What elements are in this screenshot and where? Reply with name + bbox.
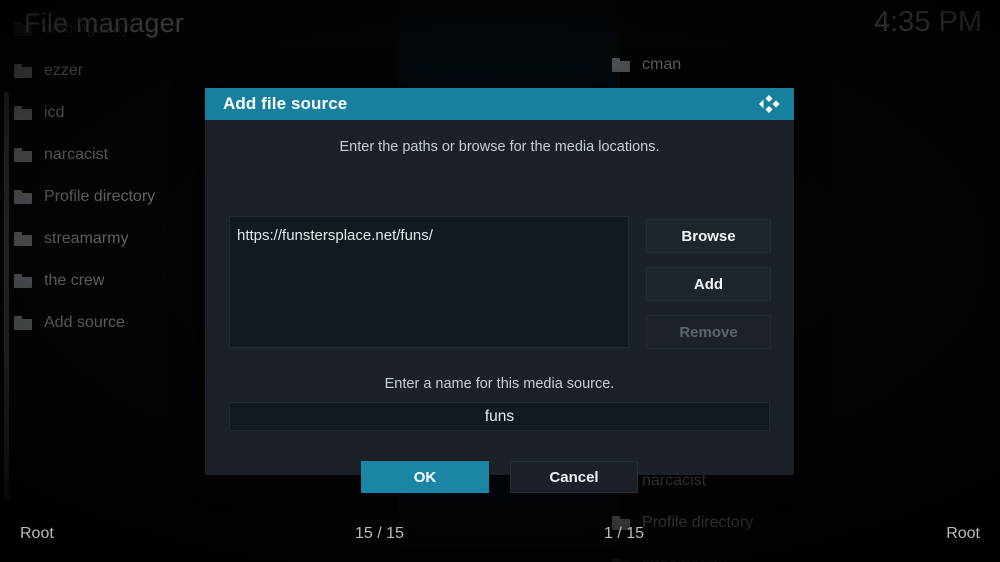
path-list[interactable]: https://funstersplace.net/funs/ [229, 216, 629, 348]
ok-button[interactable]: OK [361, 461, 489, 493]
remove-button: Remove [646, 315, 771, 349]
list-item-label: streamarmy [44, 230, 129, 247]
browse-button[interactable]: Browse [646, 219, 771, 253]
list-item[interactable]: ezzer [0, 50, 390, 92]
dialog-actions: OK Cancel [205, 461, 794, 493]
list-item-label: Add source [44, 314, 125, 331]
left-list-scrollbar[interactable] [4, 92, 9, 500]
dialog-title: Add file source [223, 94, 348, 113]
list-item-label: icd [44, 104, 65, 121]
folder-icon [14, 63, 32, 78]
add-file-source-dialog: Add file source Enter the paths or brows… [205, 88, 794, 493]
folder-icon [14, 231, 32, 246]
list-item-label: cman [642, 56, 682, 73]
folder-icon [14, 105, 32, 120]
list-item-label: the crew [44, 272, 105, 289]
name-hint: Enter a name for this media source. [384, 376, 615, 392]
statusbar-right-path: Root [946, 525, 980, 542]
source-name-input[interactable]: funs [229, 402, 770, 431]
list-item-label: narcacist [44, 146, 109, 163]
kodi-file-manager-screen: cleomgzday ezzer icd narcacist Profile d… [0, 0, 1000, 562]
add-button[interactable]: Add [646, 267, 771, 301]
folder-icon [14, 273, 32, 288]
list-item-label: Profile directory [44, 188, 156, 205]
path-value[interactable]: https://funstersplace.net/funs/ [230, 217, 628, 244]
folder-icon [14, 147, 32, 162]
list-item[interactable]: cman [598, 44, 978, 86]
path-action-buttons: Browse Add Remove [646, 219, 771, 363]
statusbar-right-count: 1 / 15 [604, 525, 645, 542]
page-title: File manager [24, 8, 184, 38]
statusbar: Root 15 / 15 1 / 15 Root [0, 514, 1000, 562]
list-item-label: ezzer [44, 62, 84, 79]
paths-hint: Enter the paths or browse for the media … [339, 139, 660, 155]
cancel-button[interactable]: Cancel [510, 461, 638, 493]
kodi-logo-icon [755, 92, 781, 116]
statusbar-left-path: Root [20, 525, 54, 542]
clock: 4:35 PM [874, 6, 982, 38]
folder-icon [612, 57, 630, 72]
folder-icon [14, 189, 32, 204]
source-name-value: funs [484, 407, 515, 425]
folder-icon [14, 315, 32, 330]
statusbar-left-count: 15 / 15 [355, 525, 404, 542]
dialog-header: Add file source [205, 88, 794, 120]
dialog-body: Enter the paths or browse for the media … [205, 139, 794, 493]
